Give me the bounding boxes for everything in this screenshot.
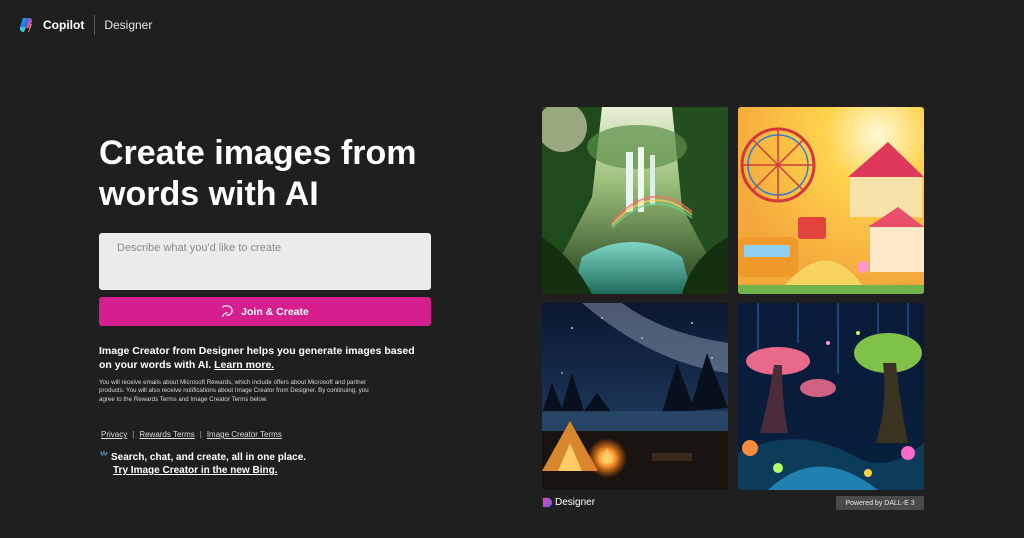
- prompt-input[interactable]: [99, 233, 431, 290]
- image-creator-terms-link[interactable]: Image Creator Terms: [207, 430, 282, 439]
- bing-promo-text: Search, chat, and create, all in one pla…: [111, 452, 307, 463]
- app-header: Copilot Designer: [18, 14, 152, 36]
- learn-more-link[interactable]: Learn more.: [214, 359, 274, 371]
- bing-promo: Search, chat, and create, all in one pla…: [99, 450, 307, 477]
- join-and-create-label: Join & Create: [241, 305, 309, 318]
- product-name[interactable]: Designer: [104, 18, 152, 32]
- legal-links: Privacy | Rewards Terms | Image Creator …: [101, 430, 282, 439]
- campfire-milky-way-image: [542, 303, 728, 490]
- designer-label: Designer: [555, 497, 596, 508]
- rewards-disclaimer: You will receive emails about Microsoft …: [99, 379, 369, 403]
- designer-logo-icon: [542, 497, 553, 508]
- carnival-fairground-image: [738, 107, 924, 294]
- link-separator: |: [199, 430, 202, 439]
- join-and-create-button[interactable]: Join & Create: [99, 297, 431, 326]
- page-title: Create images from words with AI: [99, 134, 417, 213]
- sparkle-icon: [99, 450, 109, 461]
- header-divider: [94, 15, 96, 35]
- privacy-link[interactable]: Privacy: [101, 430, 127, 439]
- try-bing-link[interactable]: Try Image Creator in the new Bing.: [113, 464, 306, 477]
- image-sparkle-icon: [221, 305, 234, 318]
- waterfall-rainforest-image: [542, 107, 728, 294]
- rewards-terms-link[interactable]: Rewards Terms: [139, 430, 194, 439]
- powered-by-dalle-badge: Powered by DALL-E 3: [836, 496, 924, 510]
- link-separator: |: [132, 430, 135, 439]
- intro-text: Image Creator from Designer helps you ge…: [99, 344, 429, 372]
- glowing-fantasy-forest-image: [738, 303, 924, 490]
- brand-name[interactable]: Copilot: [43, 18, 84, 32]
- copilot-logo-icon[interactable]: [18, 16, 36, 34]
- designer-watermark: Designer: [542, 497, 595, 508]
